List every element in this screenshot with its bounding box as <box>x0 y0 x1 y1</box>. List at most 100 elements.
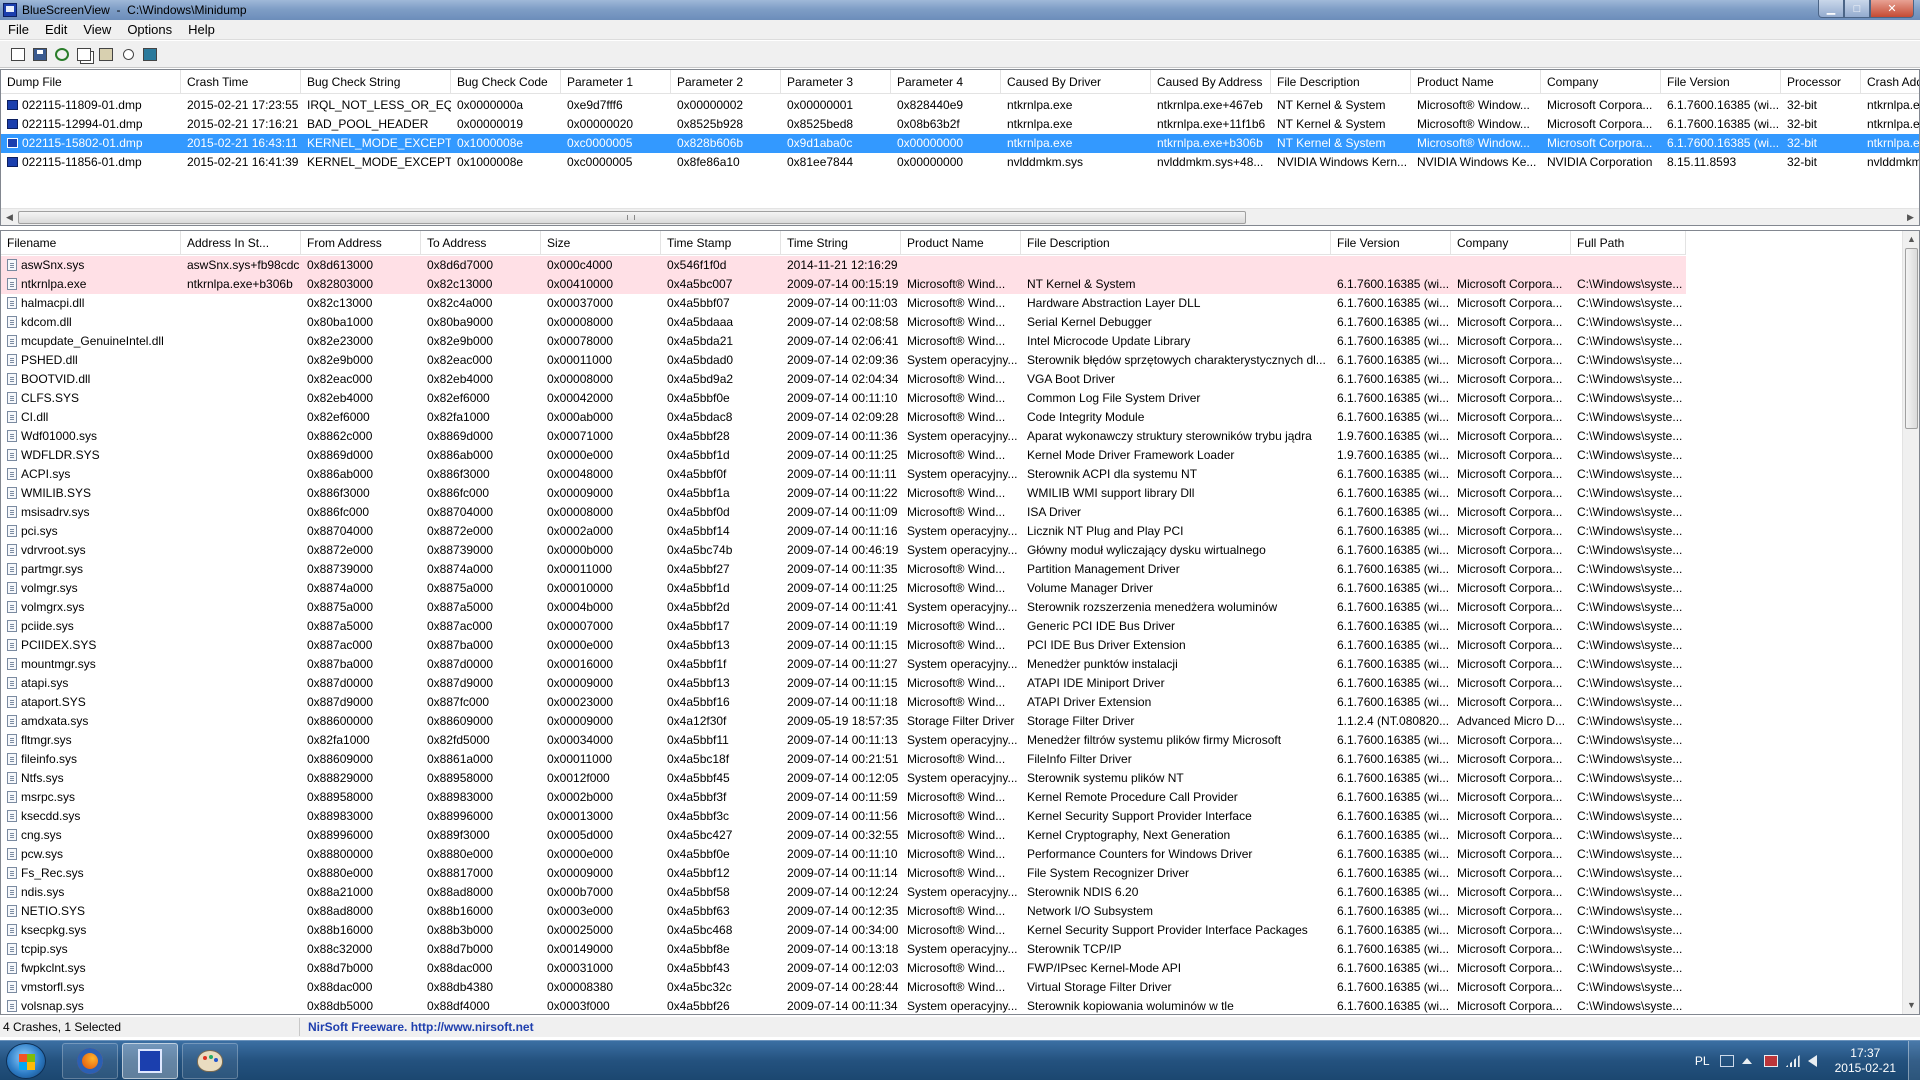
properties-button[interactable] <box>96 44 116 64</box>
driver-row[interactable]: ndis.sys 0x88a21000 0x88ad8000 0x000b7000 0x… <box>1 883 1686 902</box>
driver-row[interactable]: volmgrx.sys 0x8875a000 0x887a5000 0x0004b00… <box>1 598 1686 617</box>
driver-row[interactable]: vdrvroot.sys 0x8872e000 0x88739000 0x0000b0… <box>1 541 1686 560</box>
column-header-file-description[interactable]: File Description <box>1271 70 1411 94</box>
column-header-product-name[interactable]: Product Name <box>1411 70 1541 94</box>
driver-row[interactable]: WMILIB.SYS 0x886f3000 0x886fc000 0x00009000… <box>1 484 1686 503</box>
scroll-up-icon[interactable]: ▲ <box>1903 231 1919 248</box>
column-header-processor[interactable]: Processor <box>1781 70 1861 94</box>
save-button[interactable] <box>30 44 50 64</box>
column-header-caused-by-driver[interactable]: Caused By Driver <box>1001 70 1151 94</box>
column-header-caused-by-address[interactable]: Caused By Address <box>1151 70 1271 94</box>
column-header-bug-check-code[interactable]: Bug Check Code <box>451 70 561 94</box>
driver-row[interactable]: volsnap.sys 0x88db5000 0x88df4000 0x0003f00… <box>1 997 1686 1014</box>
driver-row[interactable]: ACPI.sys 0x886ab000 0x886f3000 0x00048000 0x… <box>1 465 1686 484</box>
driver-row[interactable]: partmgr.sys 0x88739000 0x8874a000 0x0001100… <box>1 560 1686 579</box>
show-desktop-button[interactable] <box>1908 1041 1920 1080</box>
driver-row[interactable]: BOOTVID.dll 0x82eac000 0x82eb4000 0x0000800… <box>1 370 1686 389</box>
action-center-flag-icon[interactable] <box>1763 1055 1778 1067</box>
dump-row[interactable]: 022115-11809-01.dmp 2015-02-21 17:23:55 IR… <box>1 96 1919 115</box>
driver-row[interactable]: PSHED.dll 0x82e9b000 0x82eac000 0x00011000 0… <box>1 351 1686 370</box>
taskbar-firefox[interactable] <box>62 1043 118 1079</box>
driver-row[interactable]: mountmgr.sys 0x887ba000 0x887d0000 0x000160… <box>1 655 1686 674</box>
driver-row[interactable]: pcw.sys 0x88800000 0x8880e000 0x0000e000 0x4… <box>1 845 1686 864</box>
scroll-thumb[interactable] <box>18 211 1246 224</box>
driver-row[interactable]: fwpkclnt.sys 0x88d7b000 0x88dac000 0x000310… <box>1 959 1686 978</box>
driver-row[interactable]: halmacpi.dll 0x82c13000 0x82c4a000 0x000370… <box>1 294 1686 313</box>
taskbar-bluescreenview[interactable] <box>122 1043 178 1079</box>
maximize-button[interactable]: □ <box>1844 0 1870 18</box>
column-header-size[interactable]: Size <box>541 231 661 255</box>
keyboard-icon[interactable] <box>1719 1055 1734 1067</box>
driver-row[interactable]: vmstorfl.sys 0x88dac000 0x88db4380 0x000083… <box>1 978 1686 997</box>
driver-row[interactable]: volmgr.sys 0x8874a000 0x8875a000 0x00010000… <box>1 579 1686 598</box>
scroll-thumb[interactable] <box>1905 248 1918 429</box>
show-hidden-icons-icon[interactable] <box>1741 1058 1752 1064</box>
column-header-parameter-1[interactable]: Parameter 1 <box>561 70 671 94</box>
driver-row[interactable]: aswSnx.sys aswSnx.sys+fb98cdc 0x8d613000 0x… <box>1 256 1686 275</box>
driver-list[interactable]: Filename Address In St... From Address To A… <box>0 230 1920 1015</box>
refresh-button[interactable] <box>52 44 72 64</box>
html-report-button[interactable] <box>8 44 28 64</box>
dump-row[interactable]: 022115-15802-01.dmp 2015-02-21 16:43:11 KE… <box>1 134 1919 153</box>
driver-row[interactable]: CI.dll 0x82ef6000 0x82fa1000 0x000ab000 0x4a… <box>1 408 1686 427</box>
volume-icon[interactable] <box>1807 1055 1817 1067</box>
driver-row[interactable]: CLFS.SYS 0x82eb4000 0x82ef6000 0x00042000 0x… <box>1 389 1686 408</box>
driver-row[interactable]: msrpc.sys 0x88958000 0x88983000 0x0002b000 0… <box>1 788 1686 807</box>
clock[interactable]: 17:37 2015-02-21 <box>1835 1046 1896 1076</box>
menu-help[interactable]: Help <box>180 22 223 37</box>
column-header-company[interactable]: Company <box>1451 231 1571 255</box>
driver-row[interactable]: amdxata.sys 0x88600000 0x88609000 0x0000900… <box>1 712 1686 731</box>
driver-row[interactable]: ksecpkg.sys 0x88b16000 0x88b3b000 0x0002500… <box>1 921 1686 940</box>
driver-row[interactable]: cng.sys 0x88996000 0x889f3000 0x0005d000 0x4… <box>1 826 1686 845</box>
driver-row[interactable]: kdcom.dll 0x80ba1000 0x80ba9000 0x00008000 0… <box>1 313 1686 332</box>
column-header-parameter-2[interactable]: Parameter 2 <box>671 70 781 94</box>
find-button[interactable] <box>118 44 138 64</box>
driver-row[interactable]: tcpip.sys 0x88c32000 0x88d7b000 0x00149000 0… <box>1 940 1686 959</box>
driver-row[interactable]: Fs_Rec.sys 0x8880e000 0x88817000 0x00009000… <box>1 864 1686 883</box>
column-header-company[interactable]: Company <box>1541 70 1661 94</box>
column-header-file-version[interactable]: File Version <box>1331 231 1451 255</box>
menu-view[interactable]: View <box>75 22 119 37</box>
column-header-dump-file[interactable]: Dump File <box>1 70 181 94</box>
column-header-full-path[interactable]: Full Path <box>1571 231 1686 255</box>
driver-row[interactable]: WDFLDR.SYS 0x8869d000 0x886ab000 0x0000e000… <box>1 446 1686 465</box>
copy-button[interactable] <box>74 44 94 64</box>
column-header-from-address[interactable]: From Address <box>301 231 421 255</box>
column-header-parameter-3[interactable]: Parameter 3 <box>781 70 891 94</box>
column-header-crash-address[interactable]: Crash Address <box>1861 70 1919 94</box>
close-button[interactable]: ✕ <box>1870 0 1914 18</box>
driver-row[interactable]: Wdf01000.sys 0x8862c000 0x8869d000 0x000710… <box>1 427 1686 446</box>
column-header-product-name[interactable]: Product Name <box>901 231 1021 255</box>
driver-row[interactable]: atapi.sys 0x887d0000 0x887d9000 0x00009000 0… <box>1 674 1686 693</box>
horizontal-scrollbar[interactable]: ◀ ▶ <box>1 208 1919 225</box>
driver-row[interactable]: NETIO.SYS 0x88ad8000 0x88b16000 0x0003e000 0… <box>1 902 1686 921</box>
menu-options[interactable]: Options <box>119 22 180 37</box>
driver-row[interactable]: fltmgr.sys 0x82fa1000 0x82fd5000 0x00034000… <box>1 731 1686 750</box>
dump-row[interactable]: 022115-11856-01.dmp 2015-02-21 16:41:39 KE… <box>1 153 1919 172</box>
driver-row[interactable]: ksecdd.sys 0x88983000 0x88996000 0x00013000… <box>1 807 1686 826</box>
driver-row[interactable]: Ntfs.sys 0x88829000 0x88958000 0x0012f000 0x… <box>1 769 1686 788</box>
driver-row[interactable]: ataport.SYS 0x887d9000 0x887fc000 0x0002300… <box>1 693 1686 712</box>
column-header-crash-time[interactable]: Crash Time <box>181 70 301 94</box>
column-header-to-address[interactable]: To Address <box>421 231 541 255</box>
driver-row[interactable]: ntkrnlpa.exe ntkrnlpa.exe+b306b 0x82803000… <box>1 275 1686 294</box>
menu-edit[interactable]: Edit <box>37 22 75 37</box>
driver-row[interactable]: PCIIDEX.SYS 0x887ac000 0x887ba000 0x0000e00… <box>1 636 1686 655</box>
language-indicator[interactable]: PL <box>1695 1054 1710 1068</box>
column-header-filename[interactable]: Filename <box>1 231 181 255</box>
scroll-down-icon[interactable]: ▼ <box>1903 997 1919 1014</box>
driver-row[interactable]: mcupdate_GenuineIntel.dll 0x82e23000 0x82e… <box>1 332 1686 351</box>
column-header-parameter-4[interactable]: Parameter 4 <box>891 70 1001 94</box>
menu-file[interactable]: File <box>0 22 37 37</box>
column-header-file-description[interactable]: File Description <box>1021 231 1331 255</box>
start-button[interactable] <box>6 1043 46 1079</box>
column-header-bug-check-string[interactable]: Bug Check String <box>301 70 451 94</box>
column-header-address-in-st[interactable]: Address In St... <box>181 231 301 255</box>
exit-button[interactable] <box>140 44 160 64</box>
scroll-right-icon[interactable]: ▶ <box>1902 209 1919 225</box>
dump-list[interactable]: Dump File Crash Time Bug Check String Bug C… <box>0 69 1920 226</box>
column-header-time-stamp[interactable]: Time Stamp <box>661 231 781 255</box>
dump-row[interactable]: 022115-12994-01.dmp 2015-02-21 17:16:21 BA… <box>1 115 1919 134</box>
taskbar-paint[interactable] <box>182 1043 238 1079</box>
vertical-scrollbar[interactable]: ▲ ▼ <box>1902 231 1919 1014</box>
